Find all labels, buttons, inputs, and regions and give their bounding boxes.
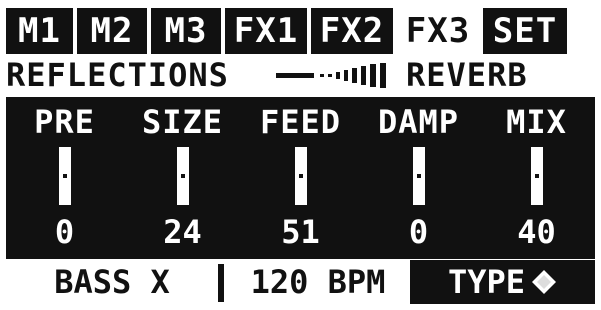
effect-type: REVERB [406,56,528,94]
param-value: 0 [54,213,75,251]
tab-fx1[interactable]: FX1 [225,8,307,54]
effect-row: REFLECTIONS REVERB [6,56,595,94]
param-label: DAMP [377,103,460,141]
fader-icon[interactable] [294,147,307,205]
param-label: PRE [34,103,95,141]
param-value: 0 [408,213,429,251]
param-label: SIZE [141,103,224,141]
param-value: 40 [517,213,556,251]
diamond-arrows-icon [532,270,557,294]
reverb-decay-icon [276,63,386,88]
bass-status[interactable]: BASS X [6,260,218,304]
device-screen: M1 M2 M3 FX1 FX2 FX3 SET REFLECTIONS REV… [0,0,601,310]
divider [218,264,224,302]
param-value: 24 [163,213,202,251]
param-mix[interactable]: MIX 40 [478,97,595,259]
tempo-status[interactable]: 120 BPM [228,260,408,304]
param-damp[interactable]: DAMP 0 [360,97,477,259]
tab-fx3[interactable]: FX3 [397,8,479,54]
param-feed[interactable]: FEED 51 [242,97,359,259]
param-value: 51 [281,213,320,251]
parameter-panel: PRE 0 SIZE 24 FEED 51 DAMP 0 MIX 40 [6,97,595,259]
status-footer: BASS X 120 BPM TYPE [6,260,595,304]
tab-m3[interactable]: M3 [151,8,221,54]
tab-set[interactable]: SET [483,8,567,54]
param-pre[interactable]: PRE 0 [6,97,123,259]
effect-name[interactable]: REFLECTIONS [6,56,274,94]
tab-bar: M1 M2 M3 FX1 FX2 FX3 SET [6,8,567,54]
fader-icon[interactable] [412,147,425,205]
fader-icon[interactable] [530,147,543,205]
param-label: MIX [506,103,567,141]
param-size[interactable]: SIZE 24 [124,97,241,259]
type-label: TYPE [447,263,526,301]
tab-m2[interactable]: M2 [77,8,147,54]
fader-icon[interactable] [58,147,71,205]
param-label: FEED [259,103,342,141]
type-button[interactable]: TYPE [410,260,595,304]
tab-m1[interactable]: M1 [6,8,73,54]
fader-icon[interactable] [176,147,189,205]
tab-fx2[interactable]: FX2 [311,8,393,54]
